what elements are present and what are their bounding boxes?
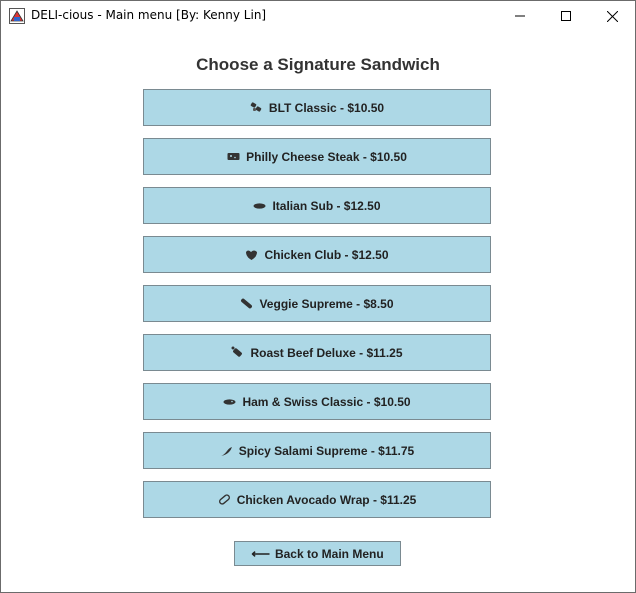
- sandwich-label: Philly Cheese Steak - $10.50: [246, 149, 407, 164]
- sandwich-button-ham-swiss-classic[interactable]: Ham & Swiss Classic - $10.50: [143, 383, 491, 420]
- sandwich-label: BLT Classic - $10.50: [268, 100, 385, 115]
- sandwich-button-roast-beef-deluxe[interactable]: Roast Beef Deluxe - $11.25: [143, 334, 491, 371]
- sandwich-button-veggie-supreme[interactable]: Veggie Supreme - $8.50: [143, 285, 491, 322]
- back-to-main-menu-button[interactable]: ⟵ Back to Main Menu: [234, 541, 401, 566]
- sandwich-label: Chicken Club - $12.50: [264, 247, 389, 262]
- app-logo-icon: [9, 8, 25, 24]
- sandwich-button-philly-cheese-steak[interactable]: Philly Cheese Steak - $10.50: [143, 138, 491, 175]
- main-content: Choose a Signature Sandwich BLT Classic …: [1, 31, 635, 592]
- sandwich-button-chicken-club[interactable]: Chicken Club - $12.50: [143, 236, 491, 273]
- close-icon: [606, 10, 618, 22]
- sandwich-label: Veggie Supreme - $8.50: [259, 296, 394, 311]
- sub-roll-icon: [253, 199, 266, 212]
- page-title: Choose a Signature Sandwich: [196, 55, 440, 74]
- title-bar[interactable]: DELI-cious - Main menu [By: Kenny Lin]: [1, 1, 635, 31]
- window-title: DELI-cious - Main menu [By: Kenny Lin]: [31, 8, 267, 22]
- app-window: DELI-cious - Main menu [By: Kenny Lin] C…: [0, 0, 636, 593]
- maximize-icon: [561, 11, 571, 21]
- cheese-icon: [227, 150, 240, 163]
- minimize-button[interactable]: [497, 1, 543, 31]
- bacon-icon: [250, 101, 263, 114]
- sandwich-button-chicken-avocado-wrap[interactable]: Chicken Avocado Wrap - $11.25: [143, 481, 491, 518]
- cucumber-icon: [240, 297, 253, 310]
- close-button[interactable]: [589, 1, 635, 31]
- sandwich-label: Roast Beef Deluxe - $11.25: [250, 345, 403, 360]
- sandwich-button-italian-sub[interactable]: Italian Sub - $12.50: [143, 187, 491, 224]
- sandwich-label: Italian Sub - $12.50: [272, 198, 381, 213]
- sandwich-button-blt-classic[interactable]: BLT Classic - $10.50: [143, 89, 491, 126]
- sandwich-label: Spicy Salami Supreme - $11.75: [238, 443, 415, 458]
- back-button-label: Back to Main Menu: [274, 546, 384, 561]
- meat-icon: [231, 346, 244, 359]
- sandwich-label: Ham & Swiss Classic - $10.50: [242, 394, 411, 409]
- sandwich-label: Chicken Avocado Wrap - $11.25: [236, 492, 417, 507]
- wrap-icon: [218, 493, 231, 506]
- sandwich-button-spicy-salami-supreme[interactable]: Spicy Salami Supreme - $11.75: [143, 432, 491, 469]
- chili-icon: [220, 444, 233, 457]
- minimize-icon: [515, 15, 525, 17]
- ham-icon: [223, 395, 236, 408]
- left-arrow-icon: ⟵: [251, 545, 270, 561]
- maximize-button[interactable]: [543, 1, 589, 31]
- chicken-icon: [245, 248, 258, 261]
